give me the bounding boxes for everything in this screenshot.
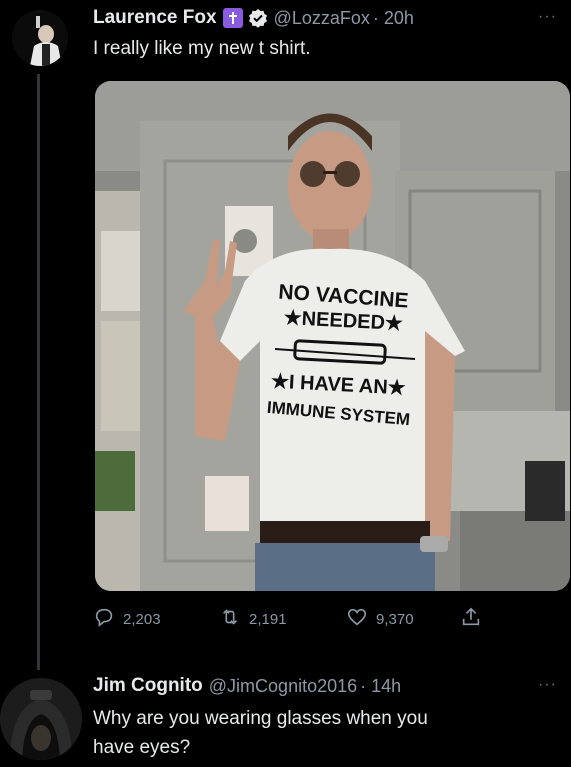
reply-more-options-button[interactable]: ··· [538, 676, 557, 694]
like-button[interactable]: 9,370 [346, 606, 414, 632]
tweet[interactable]: Laurence Fox @LozzaFox · 20h ··· I reall… [0, 0, 571, 670]
reply-author-handle[interactable]: @JimCognito2016 [209, 676, 357, 697]
tweet-text: I really like my new t shirt. [93, 38, 311, 59]
author-row: Laurence Fox @LozzaFox · 20h [93, 5, 414, 31]
reply-icon [93, 606, 123, 632]
author-handle[interactable]: @LozzaFox [274, 8, 370, 29]
retweet-icon [219, 606, 249, 632]
reply-avatar[interactable] [0, 678, 82, 760]
more-options-button[interactable]: ··· [538, 8, 557, 26]
retweet-count: 2,191 [249, 610, 287, 628]
tweet-photo[interactable]: NO VACCINE ★NEEDED★ ★I HAVE AN★ IMMUNE S… [95, 81, 570, 591]
reply-text-line-2: have eyes? [93, 737, 191, 758]
like-icon [346, 606, 376, 632]
avatar[interactable] [12, 10, 68, 66]
reply-text-line-1: Why are you wearing glasses when you [93, 708, 428, 729]
cross-badge-icon [222, 8, 243, 28]
retweet-button[interactable]: 2,191 [219, 606, 287, 632]
like-count: 9,370 [376, 610, 414, 628]
reply-author-name[interactable]: Jim Cognito [93, 675, 203, 697]
tweet-actions: 2,203 2,191 9,370 [93, 606, 513, 636]
share-icon [460, 606, 490, 632]
reply-button[interactable]: 2,203 [93, 606, 161, 632]
reply-timestamp[interactable]: · 14h [360, 676, 401, 697]
thread-line [37, 74, 40, 670]
share-button[interactable] [460, 606, 490, 632]
timestamp[interactable]: · 20h [373, 8, 414, 29]
reply-count: 2,203 [123, 610, 161, 628]
reply-text: Why are you wearing glasses when you hav… [93, 704, 553, 762]
author-name[interactable]: Laurence Fox [93, 7, 217, 29]
verified-icon [248, 8, 268, 28]
reply-author-row: Jim Cognito @JimCognito2016 · 14h [93, 673, 401, 699]
